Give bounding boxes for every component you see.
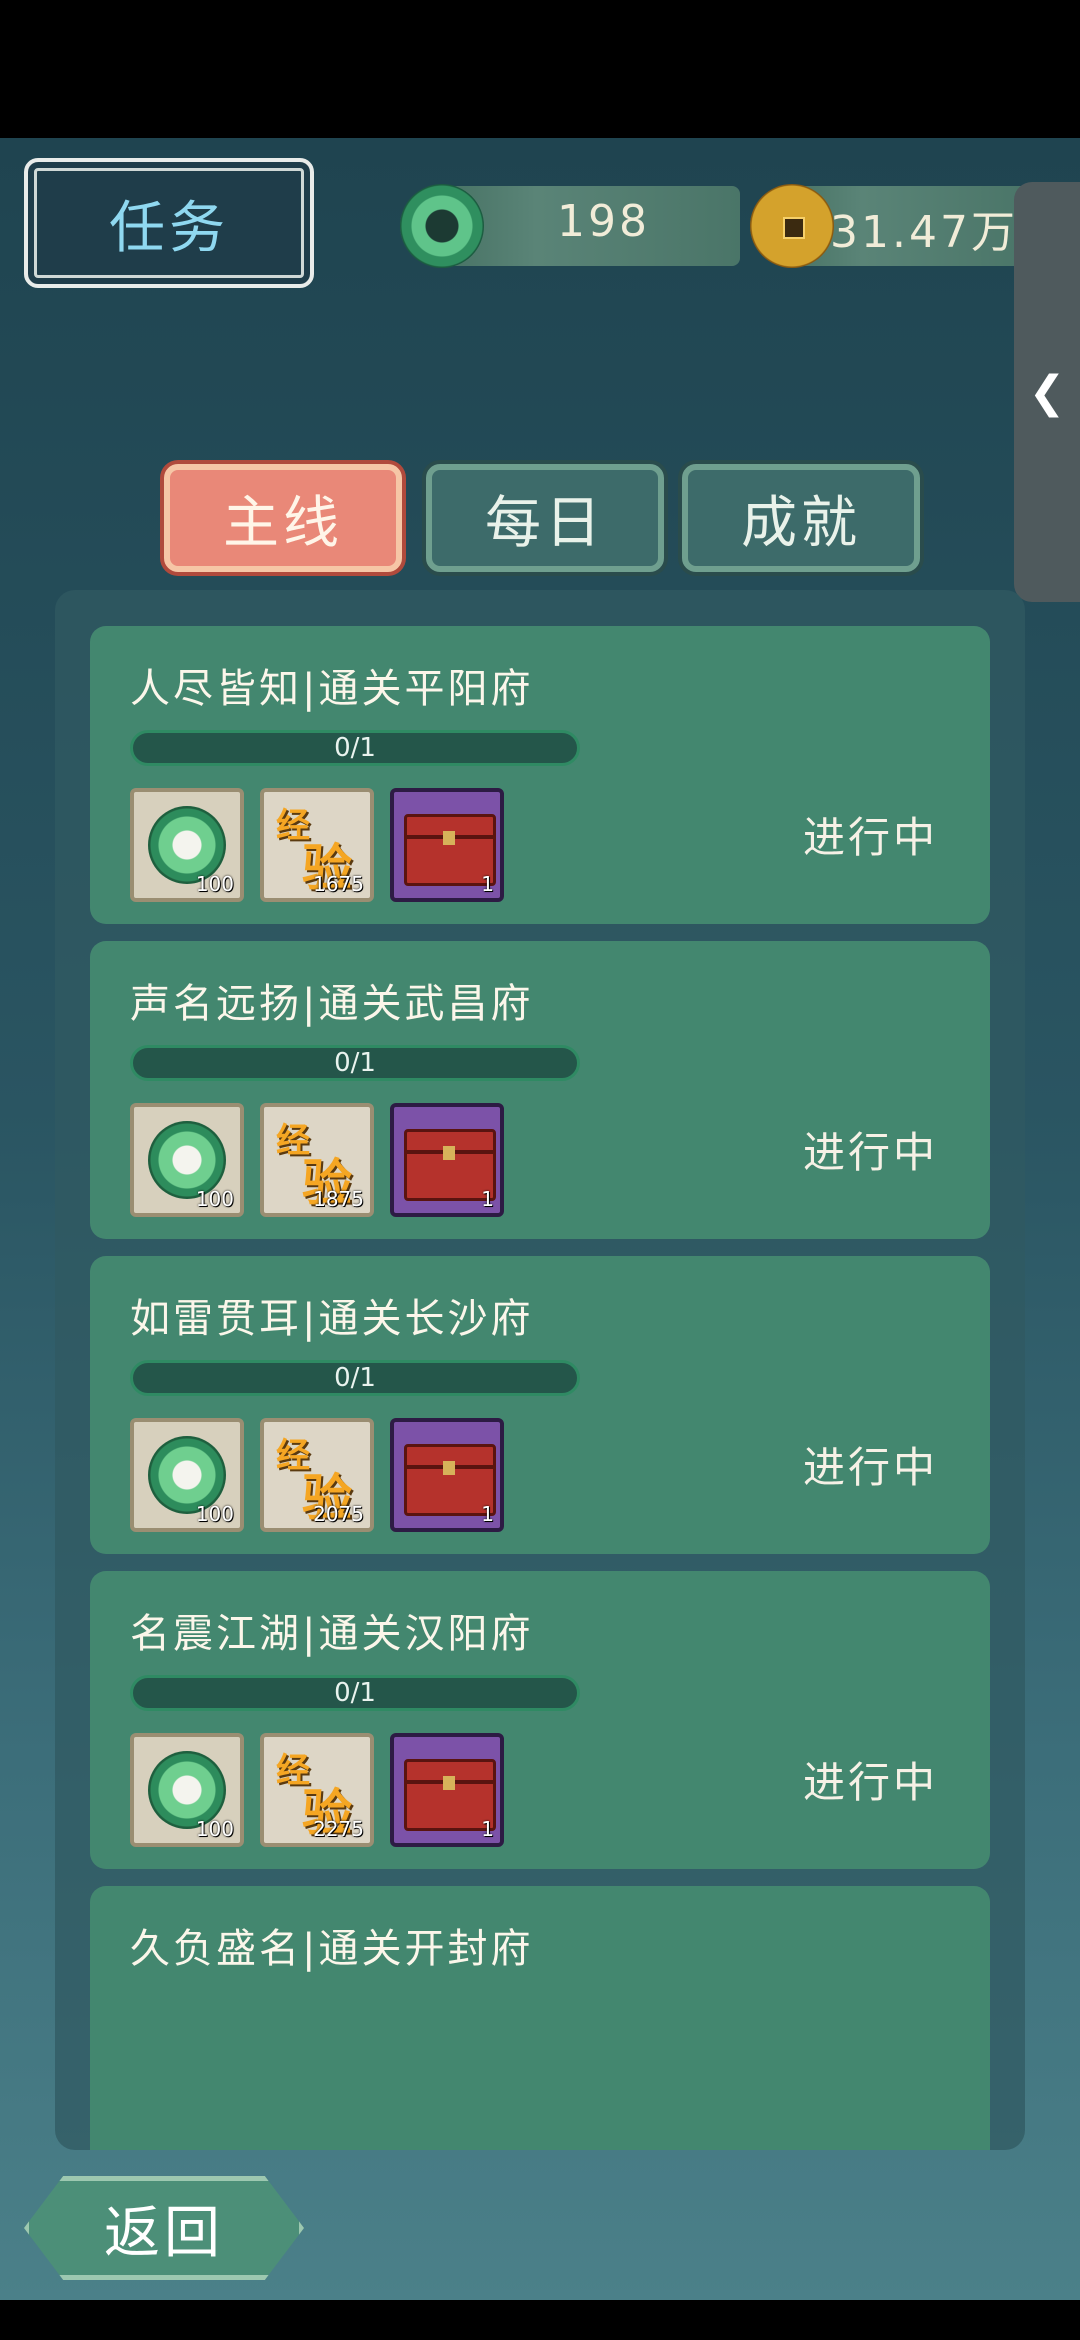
copper-coin-icon: [750, 184, 834, 268]
reward-chest[interactable]: 1: [390, 1103, 504, 1217]
progress-text: 0/1: [334, 1048, 376, 1078]
quest-progress-bar: 0/1: [130, 1675, 580, 1711]
quest-progress-bar: 0/1: [130, 1360, 580, 1396]
quest-title: 人尽皆知|通关平阳府: [130, 666, 534, 712]
page-title: 任务: [109, 195, 229, 261]
quest-card[interactable]: 声名远扬|通关武昌府 0/1 100 经 验 1875 1 进行中: [90, 941, 990, 1239]
quest-card[interactable]: 人尽皆知|通关平阳府 0/1 100 经 验 1675 1 进行中: [90, 626, 990, 924]
quest-status: 进行中: [802, 1758, 938, 1807]
coin-currency-bar: 31.47万: [750, 184, 1030, 268]
quest-card[interactable]: 名震江湖|通关汉阳府 0/1 100 经 验 2275 1 进行中: [90, 1571, 990, 1869]
reward-jade[interactable]: 100: [130, 1418, 244, 1532]
quest-card[interactable]: 如雷贯耳|通关长沙府 0/1 100 经 验 2075 1 进行中: [90, 1256, 990, 1554]
tab-label: 每日: [485, 490, 605, 556]
reward-qty: 1675: [313, 872, 364, 896]
back-button-label: 返回: [104, 2200, 224, 2266]
progress-text: 0/1: [334, 1363, 376, 1393]
jade-amount: 198: [557, 196, 650, 247]
quest-progress-bar: 0/1: [130, 730, 580, 766]
reward-chest[interactable]: 1: [390, 788, 504, 902]
tab-label: 主线: [223, 490, 343, 556]
reward-jade[interactable]: 100: [130, 1733, 244, 1847]
quest-title: 名震江湖|通关汉阳府: [130, 1611, 534, 1657]
reward-qty: 100: [195, 1187, 234, 1211]
quest-list[interactable]: 人尽皆知|通关平阳府 0/1 100 经 验 1675 1 进行中 声名远扬|通…: [55, 590, 1025, 2150]
quest-title: 声名远扬|通关武昌府: [130, 981, 534, 1027]
system-nav-bar: [0, 2300, 1080, 2340]
reward-qty: 1: [481, 1187, 494, 1211]
tab-daily[interactable]: 每日: [426, 464, 664, 572]
quest-status: 进行中: [802, 813, 938, 862]
reward-qty: 1: [481, 1502, 494, 1526]
reward-qty: 100: [195, 872, 234, 896]
reward-qty: 1: [481, 872, 494, 896]
reward-qty: 1875: [313, 1187, 364, 1211]
task-screen: 任务 198 31.47万 ❮ 主线 每日 成就 人尽皆知|通关平阳府 0/1 …: [0, 138, 1080, 2300]
reward-chest[interactable]: 1: [390, 1733, 504, 1847]
reward-exp[interactable]: 经 验 1675: [260, 788, 374, 902]
quest-status: 进行中: [802, 1443, 938, 1492]
side-drawer-handle[interactable]: ❮: [1014, 182, 1080, 602]
quest-card[interactable]: 久负盛名|通关开封府: [90, 1886, 990, 2150]
reward-jade[interactable]: 100: [130, 1103, 244, 1217]
reward-exp[interactable]: 经 验 1875: [260, 1103, 374, 1217]
reward-qty: 100: [195, 1817, 234, 1841]
quest-status: 进行中: [802, 1128, 938, 1177]
coin-amount: 31.47万: [830, 207, 1018, 258]
reward-jade[interactable]: 100: [130, 788, 244, 902]
reward-exp[interactable]: 经 验 2275: [260, 1733, 374, 1847]
tab-main-quests[interactable]: 主线: [164, 464, 402, 572]
jade-icon: [400, 184, 484, 268]
jade-currency-bar: 198: [400, 184, 740, 268]
quest-progress-bar: 0/1: [130, 1045, 580, 1081]
reward-chest[interactable]: 1: [390, 1418, 504, 1532]
progress-text: 0/1: [334, 733, 376, 763]
quest-title: 如雷贯耳|通关长沙府: [130, 1296, 534, 1342]
tab-achievements[interactable]: 成就: [682, 464, 920, 572]
reward-qty: 100: [195, 1502, 234, 1526]
chevron-left-icon: ❮: [1028, 366, 1066, 418]
quest-title: 久负盛名|通关开封府: [130, 1926, 534, 1972]
reward-qty: 1: [481, 1817, 494, 1841]
tab-label: 成就: [741, 490, 861, 556]
reward-qty: 2275: [313, 1817, 364, 1841]
progress-text: 0/1: [334, 1678, 376, 1708]
reward-qty: 2075: [313, 1502, 364, 1526]
page-title-plaque: 任务: [24, 158, 314, 288]
back-button[interactable]: 返回: [24, 2176, 304, 2280]
reward-exp[interactable]: 经 验 2075: [260, 1418, 374, 1532]
